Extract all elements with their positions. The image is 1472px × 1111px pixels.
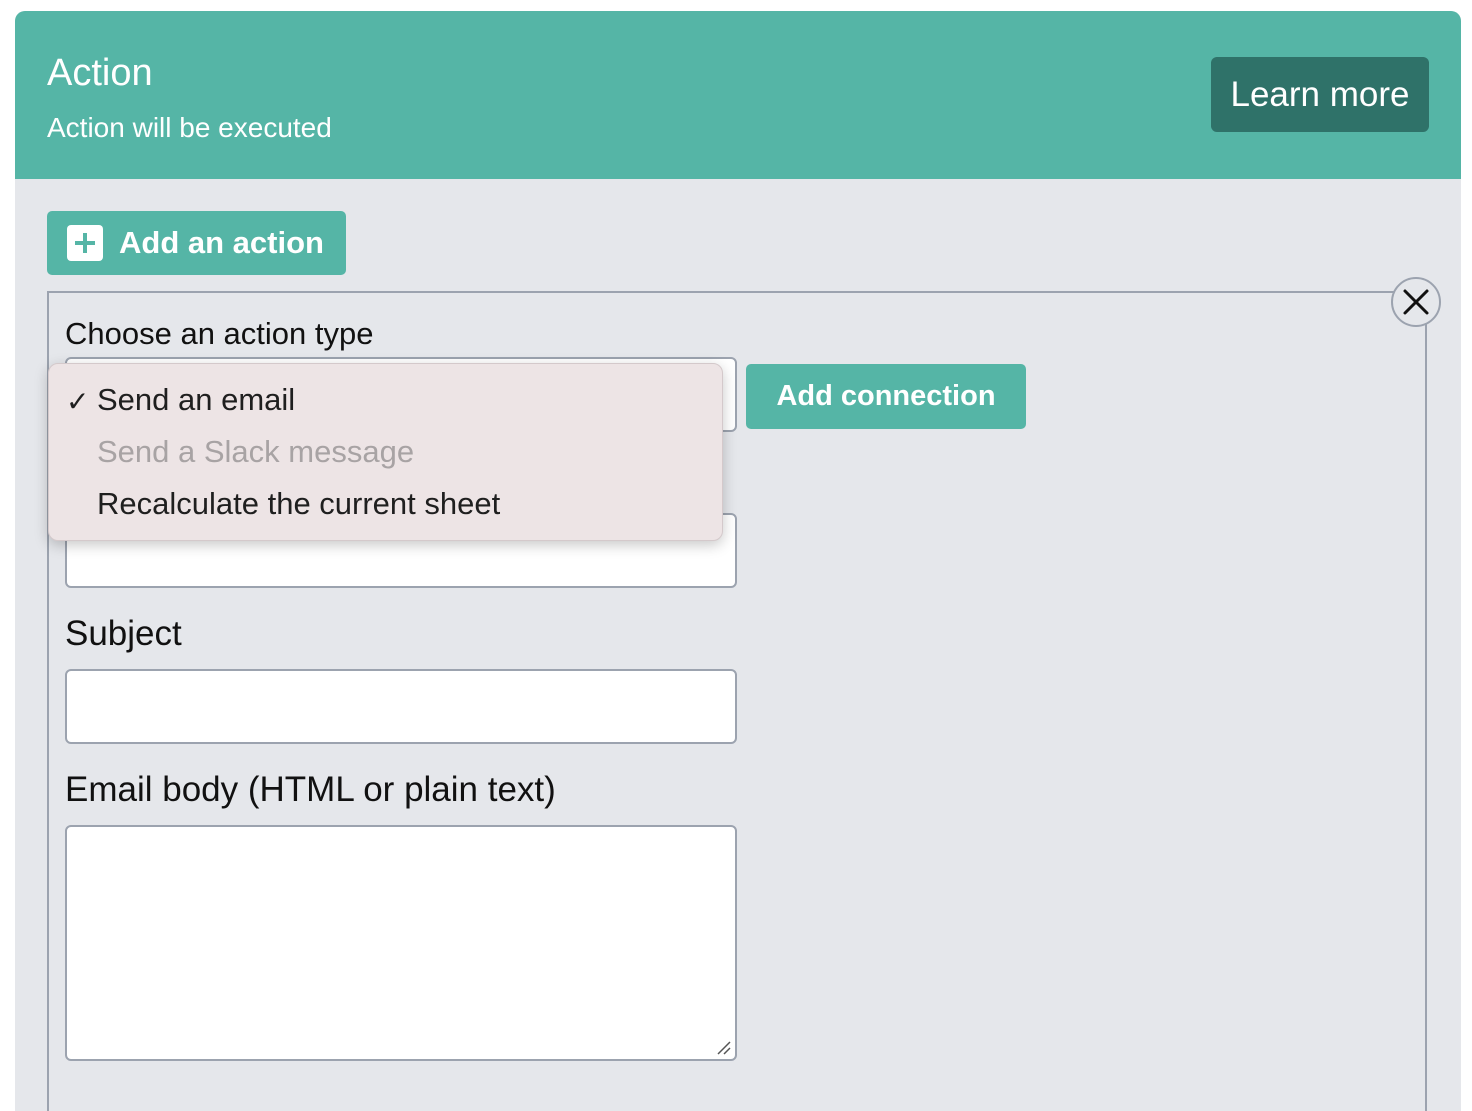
email-body-label: Email body (HTML or plain text) [65,770,556,809]
close-icon [1403,289,1429,315]
add-connection-button[interactable]: Add connection [746,364,1026,429]
panel-subtitle: Action will be executed [47,112,332,143]
learn-more-button[interactable]: Learn more [1211,57,1429,132]
resize-grip-icon[interactable] [715,1039,731,1055]
close-action-button[interactable] [1391,277,1441,327]
dropdown-option-send-email[interactable]: Send an email [97,382,295,418]
plus-square-icon [67,225,103,261]
action-type-label: Choose an action type [65,316,374,351]
subject-input[interactable] [65,669,737,744]
dropdown-option-send-slack: Send a Slack message [97,434,415,469]
email-body-textarea[interactable] [65,825,737,1061]
add-action-label: Add an action [119,225,324,260]
add-action-button[interactable]: Add an action [47,211,346,275]
action-panel: Action Action will be executed Learn mor… [15,11,1461,1111]
selected-check-icon: ✓ [66,386,90,417]
action-type-dropdown-menu: ✓ Send an email Send a Slack message Rec… [48,363,723,541]
panel-title: Action [47,52,153,94]
panel-header: Action Action will be executed Learn mor… [15,11,1461,179]
dropdown-option-recalculate[interactable]: Recalculate the current sheet [97,486,500,522]
subject-label: Subject [65,614,182,653]
